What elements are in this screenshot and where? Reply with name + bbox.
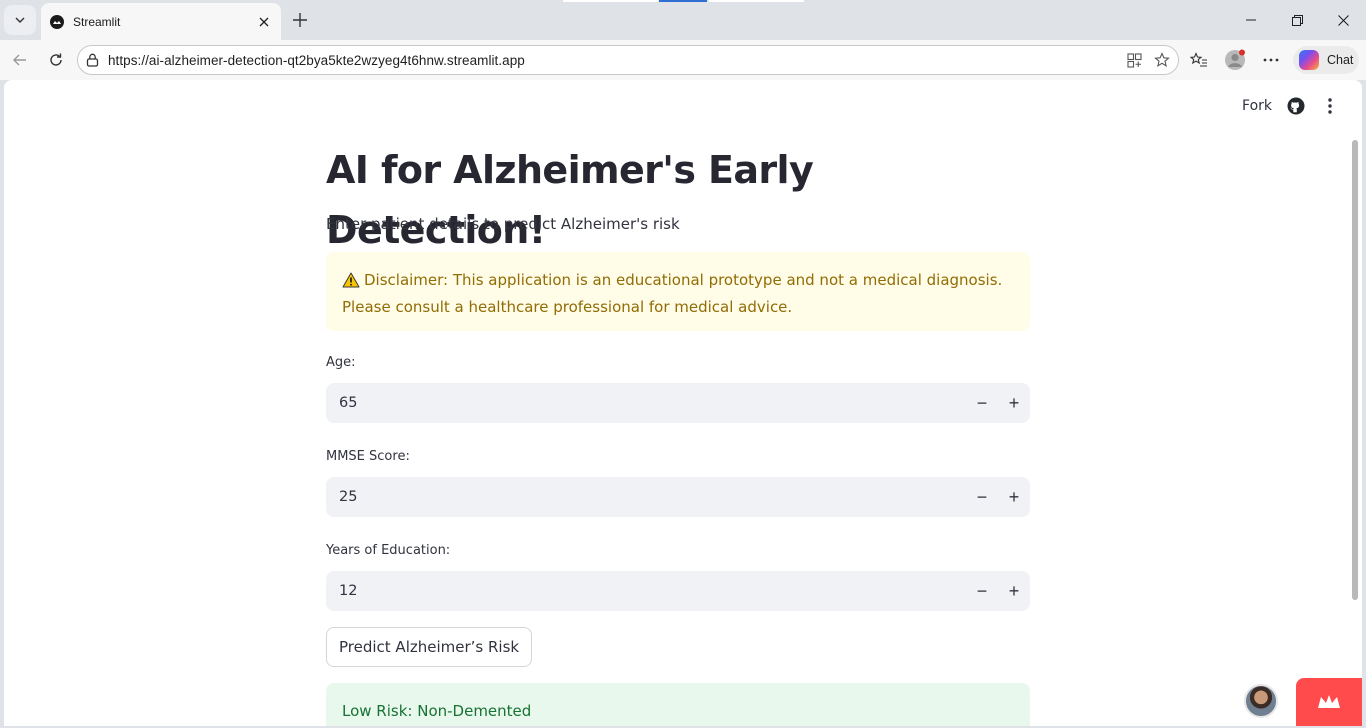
- creator-avatar[interactable]: [1244, 684, 1278, 718]
- page-subtitle: Enter patient details to predict Alzheim…: [326, 215, 680, 233]
- result-text: Low Risk: Non-Demented: [342, 702, 532, 720]
- streamlit-badge-button[interactable]: [1296, 678, 1362, 726]
- fork-link[interactable]: Fork: [1242, 98, 1272, 114]
- copilot-icon: [1299, 50, 1319, 70]
- github-icon[interactable]: [1286, 96, 1306, 116]
- favorite-star-icon[interactable]: [1148, 46, 1176, 74]
- minimize-icon: [1246, 19, 1256, 21]
- copilot-label: Chat: [1327, 53, 1354, 67]
- mmse-number-input[interactable]: 25 − +: [326, 477, 1030, 517]
- age-number-input[interactable]: 65 − +: [326, 383, 1030, 423]
- education-field: Years of Education: 12 − +: [326, 540, 1030, 611]
- url-text[interactable]: https://ai-alzheimer-detection-qt2bya5kt…: [108, 53, 1120, 68]
- mmse-decrement-button[interactable]: −: [966, 477, 998, 517]
- page-scrollbar[interactable]: [1352, 140, 1358, 600]
- restore-button[interactable]: [1274, 0, 1320, 40]
- tab-close-icon[interactable]: [252, 10, 276, 34]
- warning-icon: [342, 271, 360, 295]
- education-number-input[interactable]: 12 − +: [326, 571, 1030, 611]
- close-window-button[interactable]: [1320, 0, 1366, 40]
- restore-icon: [1291, 14, 1303, 26]
- main-menu-kebab-icon[interactable]: [1320, 96, 1340, 116]
- mmse-label: MMSE Score:: [326, 449, 410, 464]
- disclaimer-text: Disclaimer: This application is an educa…: [342, 271, 1003, 316]
- tab-strip-highlight: [563, 0, 658, 2]
- streamlit-favicon-icon: [50, 14, 64, 29]
- predict-risk-button[interactable]: Predict Alzheimer’s Risk: [326, 627, 533, 667]
- education-increment-button[interactable]: +: [998, 571, 1030, 611]
- window-controls: [1228, 0, 1366, 40]
- profile-avatar-icon: [1225, 49, 1245, 70]
- age-decrement-button[interactable]: −: [966, 383, 998, 423]
- tab-title: Streamlit: [73, 14, 121, 29]
- reload-icon: [50, 53, 62, 66]
- arrow-left-icon: [13, 54, 26, 66]
- app-available-icon[interactable]: [1120, 46, 1148, 74]
- education-label: Years of Education:: [326, 543, 451, 558]
- page-title: AI for Alzheimer's Early Detection!: [326, 148, 814, 252]
- predict-button-row: Predict Alzheimer’s Risk: [326, 627, 1030, 667]
- reload-button[interactable]: [41, 45, 71, 75]
- page-viewport: Fork AI for Alzheimer's Early Detection!…: [4, 80, 1362, 726]
- age-label: Age:: [326, 355, 356, 370]
- main-content: AI for Alzheimer's Early Detection! Ente…: [326, 140, 1030, 726]
- settings-more-button[interactable]: [1256, 45, 1286, 75]
- minimize-button[interactable]: [1228, 0, 1274, 40]
- mmse-increment-button[interactable]: +: [998, 477, 1030, 517]
- result-success-alert: Low Risk: Non-Demented: [326, 683, 1030, 726]
- tab-strip-accent: [659, 0, 707, 2]
- new-tab-button[interactable]: [286, 6, 314, 34]
- profile-button[interactable]: [1220, 45, 1250, 75]
- back-button[interactable]: [5, 45, 35, 75]
- plus-icon: [293, 13, 307, 27]
- close-icon: [1337, 14, 1349, 26]
- mmse-field: MMSE Score: 25 − +: [326, 446, 1030, 517]
- browser-toolbar: https://ai-alzheimer-detection-qt2bya5kt…: [0, 40, 1366, 80]
- lock-icon[interactable]: [86, 53, 100, 67]
- favorites-button[interactable]: [1184, 45, 1214, 75]
- more-horizontal-icon: [1263, 58, 1279, 62]
- chevron-down-icon: [15, 17, 25, 23]
- age-value[interactable]: 65: [326, 395, 966, 411]
- education-decrement-button[interactable]: −: [966, 571, 998, 611]
- tab-strip-highlight-2: [709, 0, 804, 2]
- education-value[interactable]: 12: [326, 583, 966, 599]
- browser-tab-bar: Streamlit: [0, 0, 1366, 40]
- browser-tab-active[interactable]: Streamlit: [41, 3, 281, 40]
- disclaimer-warning-alert: Disclaimer: This application is an educa…: [326, 252, 1030, 331]
- mmse-value[interactable]: 25: [326, 489, 966, 505]
- streamlit-crown-icon: [1318, 695, 1340, 708]
- streamlit-header: Fork: [1242, 96, 1340, 116]
- favorites-list-icon: [1190, 52, 1207, 67]
- address-bar[interactable]: https://ai-alzheimer-detection-qt2bya5kt…: [77, 45, 1179, 75]
- age-field: Age: 65 − +: [326, 352, 1030, 423]
- copilot-chat-button[interactable]: Chat: [1293, 46, 1359, 74]
- tab-actions-menu-button[interactable]: [4, 5, 36, 35]
- age-increment-button[interactable]: +: [998, 383, 1030, 423]
